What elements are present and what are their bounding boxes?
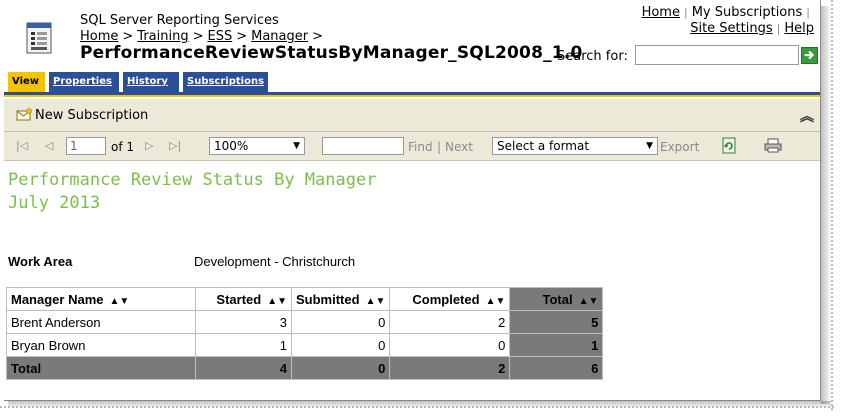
table-total-row: Total 4 0 2 6 <box>6 356 604 380</box>
cell-completed: 0 <box>389 333 511 357</box>
find-input[interactable] <box>322 137 404 155</box>
export-format-value: Select a format <box>497 139 590 153</box>
chevron-down-icon: ▼ <box>646 141 653 151</box>
report-document-icon <box>26 22 52 54</box>
top-links: Home | My Subscriptions | Site Settings | Hel… <box>641 5 814 36</box>
app-title: SQL Server Reporting Services <box>80 13 279 28</box>
help-link[interactable]: Help <box>784 21 814 36</box>
search-go-button[interactable] <box>801 47 818 64</box>
new-subscription-icon <box>16 108 32 121</box>
cell-total: 1 <box>509 333 604 357</box>
export-link[interactable]: Export <box>660 140 699 154</box>
col-header-started[interactable]: Started ▲▼ <box>195 287 292 311</box>
breadcrumb-ess[interactable]: ESS <box>208 29 233 44</box>
breadcrumb-separator: > <box>312 29 324 44</box>
chevron-down-icon: ▼ <box>293 141 300 151</box>
window-shadow-right <box>821 6 831 404</box>
refresh-icon[interactable] <box>722 137 736 154</box>
table-header-row: Manager Name ▲▼ Started ▲▼ Submitted ▲▼ Com… <box>6 287 604 311</box>
find-next-link[interactable]: Next <box>445 140 473 154</box>
sort-icon[interactable]: ▲▼ <box>267 296 287 307</box>
tab-view[interactable]: View <box>8 72 45 92</box>
status-table: Manager Name ▲▼ Started ▲▼ Submitted ▲▼ Com… <box>6 287 604 380</box>
search-input[interactable] <box>635 45 799 65</box>
export-format-select[interactable]: Select a format ▼ <box>492 137 658 155</box>
total-row-label: Total <box>6 356 196 380</box>
first-page-icon[interactable]: |◁ <box>16 139 28 152</box>
torn-edge-right <box>831 0 836 410</box>
report-manager-window: SQL Server Reporting Services Home > Train… <box>4 0 821 401</box>
new-subscription-button[interactable]: New Subscription <box>16 108 148 123</box>
last-page-icon[interactable]: ▷| <box>169 139 181 152</box>
next-page-icon[interactable]: ▷ <box>145 139 153 152</box>
search-label: Search for: <box>557 49 628 64</box>
breadcrumb: Home > Training > ESS > Manager > <box>80 29 327 44</box>
breadcrumb-separator: > <box>192 29 204 44</box>
tab-properties[interactable]: Properties <box>49 72 119 92</box>
breadcrumb-manager[interactable]: Manager <box>251 29 308 44</box>
find-separator: | <box>437 140 442 154</box>
work-area-value: Development - Christchurch <box>194 254 356 269</box>
cell-total: 5 <box>509 310 604 334</box>
tab-underline-yellow <box>4 95 820 97</box>
report-title: Performance Review Status By Manager Jul… <box>8 169 376 215</box>
tab-subscriptions[interactable]: Subscriptions <box>183 72 268 92</box>
total-submitted: 0 <box>290 356 391 380</box>
col-header-total[interactable]: Total ▲▼ <box>509 287 604 311</box>
total-started: 4 <box>195 356 292 380</box>
work-area-label: Work Area <box>8 254 73 269</box>
sort-icon[interactable]: ▲▼ <box>366 296 386 307</box>
breadcrumb-separator: > <box>122 29 134 44</box>
report-subtitle-line: July 2013 <box>8 193 101 213</box>
my-subscriptions-link[interactable]: My Subscriptions <box>692 5 803 20</box>
breadcrumb-home[interactable]: Home <box>80 29 118 44</box>
col-header-submitted[interactable]: Submitted ▲▼ <box>290 287 391 311</box>
sort-icon[interactable]: ▲▼ <box>109 296 129 307</box>
collapse-icon[interactable]: ︽ <box>800 106 814 126</box>
grand-total: 6 <box>509 356 604 380</box>
torn-edge-bottom <box>0 406 834 411</box>
breadcrumb-separator: > <box>236 29 248 44</box>
page-title: PerformanceReviewStatusByManager_SQL2008… <box>80 43 583 63</box>
cell-started: 3 <box>195 310 292 334</box>
cell-completed: 2 <box>389 310 511 334</box>
breadcrumb-training[interactable]: Training <box>137 29 188 44</box>
total-completed: 2 <box>389 356 511 380</box>
zoom-select[interactable]: 100% ▼ <box>209 137 305 155</box>
report-title-line: Performance Review Status By Manager <box>8 170 377 190</box>
page-number-input[interactable]: 1 <box>66 137 106 155</box>
find-link[interactable]: Find <box>408 140 433 154</box>
cell-manager-name: Bryan Brown <box>6 333 196 357</box>
page-count-label: of 1 <box>111 140 135 154</box>
site-settings-link[interactable]: Site Settings <box>690 21 772 36</box>
print-icon[interactable] <box>764 138 782 153</box>
zoom-value: 100% <box>214 139 249 153</box>
table-row: Bryan Brown 1 0 0 1 <box>6 333 604 357</box>
previous-page-icon[interactable]: ◁ <box>45 139 53 152</box>
cell-started: 1 <box>195 333 292 357</box>
tab-history[interactable]: History <box>123 72 179 92</box>
col-header-completed[interactable]: Completed ▲▼ <box>389 287 511 311</box>
table-row: Brent Anderson 3 0 2 5 <box>6 310 604 334</box>
report-body: Performance Review Status By Manager Jul… <box>4 161 820 400</box>
page-header: SQL Server Reporting Services Home > Train… <box>4 0 820 68</box>
sort-icon[interactable]: ▲▼ <box>486 296 506 307</box>
sort-icon[interactable]: ▲▼ <box>579 296 599 307</box>
report-toolbar: |◁ ◁ 1 of 1 ▷ ▷| 100% ▼ Find | Next Selec… <box>4 132 820 161</box>
subscription-bar: New Subscription ︽ <box>4 99 820 132</box>
col-header-manager-name[interactable]: Manager Name ▲▼ <box>6 287 196 311</box>
home-link[interactable]: Home <box>642 5 680 20</box>
cell-submitted: 0 <box>290 333 391 357</box>
cell-manager-name: Brent Anderson <box>6 310 196 334</box>
cell-submitted: 0 <box>290 310 391 334</box>
new-subscription-label: New Subscription <box>35 108 149 123</box>
